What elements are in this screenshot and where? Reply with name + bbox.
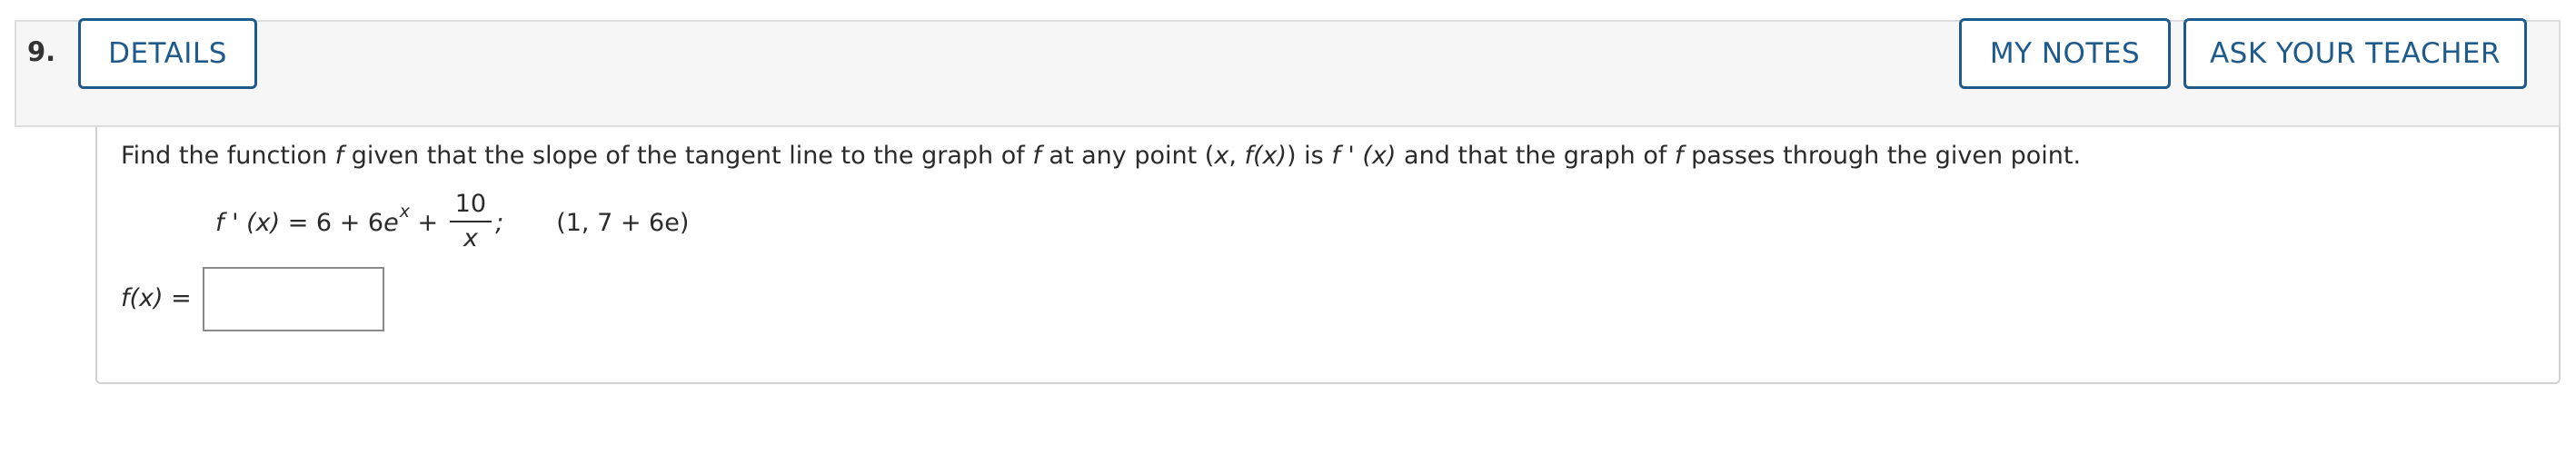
answer-label: f(x) = bbox=[121, 284, 192, 312]
fraction: 10 x bbox=[449, 191, 492, 253]
details-button[interactable]: DETAILS bbox=[78, 18, 257, 89]
question-prompt: Find the function f given that the slope… bbox=[121, 142, 2082, 170]
my-notes-button[interactable]: MY NOTES bbox=[1959, 18, 2171, 89]
answer-input[interactable] bbox=[203, 267, 384, 331]
question-number: 9. bbox=[27, 36, 56, 67]
given-point: (1, 7 + 6e) bbox=[556, 208, 690, 237]
equation-terms: = 6 + 6 bbox=[280, 208, 384, 237]
ask-your-teacher-button[interactable]: ASK YOUR TEACHER bbox=[2183, 18, 2527, 89]
plus-sign: + bbox=[409, 208, 446, 237]
euler-e: e bbox=[383, 208, 399, 237]
derivative-lhs: f ' (x) bbox=[215, 208, 281, 237]
semicolon: ; bbox=[495, 208, 504, 237]
fraction-denominator: x bbox=[462, 224, 478, 253]
derivative-equation: f ' (x) = 6 + 6 e x + 10 x ; (1, 7 + 6e) bbox=[215, 186, 689, 259]
fraction-numerator: 10 bbox=[449, 191, 492, 223]
question-header bbox=[15, 20, 2561, 127]
exponent: x bbox=[399, 202, 410, 222]
